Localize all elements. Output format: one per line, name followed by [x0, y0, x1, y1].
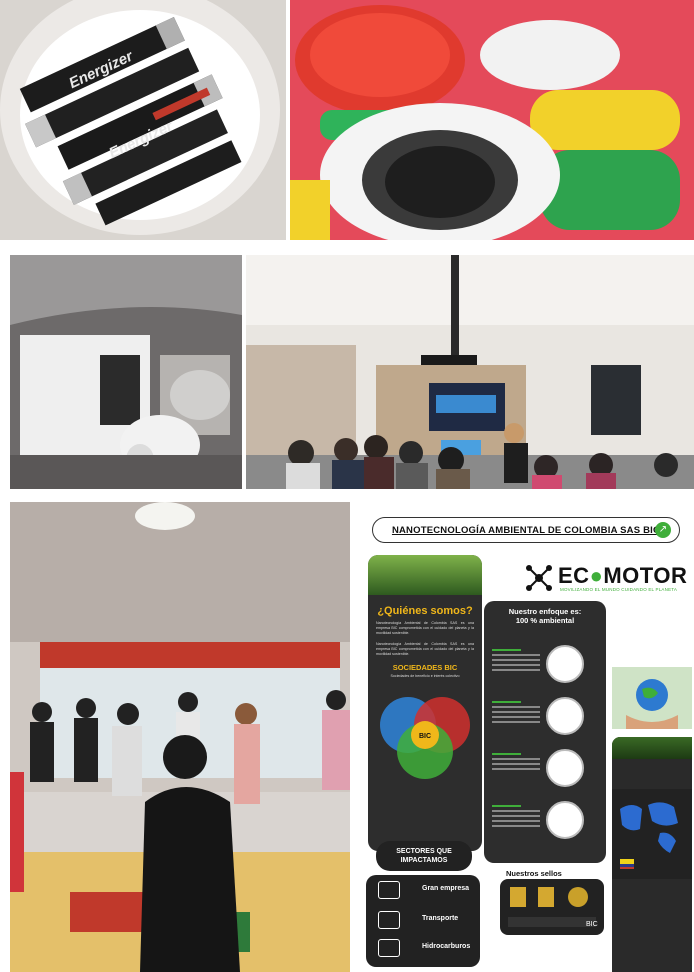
focus-circle-3	[546, 749, 584, 787]
focus-title-1: Nuestro enfoque es:	[508, 607, 582, 616]
seals-panel: BIC	[500, 879, 604, 935]
who-title: ¿Quiénes somos?	[377, 605, 473, 617]
group-activity-image	[10, 502, 350, 972]
focus-panel: Nuestro enfoque es: 100 % ambiental	[484, 601, 606, 863]
who-body-2: Nanotecnología Ambiental de Colombia SAS…	[376, 642, 474, 656]
focus-circle-4	[546, 801, 584, 839]
seals-badges: BIC	[508, 887, 598, 928]
bottle-caps-image	[290, 0, 694, 240]
bic-title: SOCIEDADES BIC	[392, 663, 458, 672]
focus-text-4	[492, 805, 540, 830]
plant-banner	[368, 555, 482, 595]
logo-tagline: MOVILIZANDO EL MUNDO CUIDANDO EL PLANETA	[560, 587, 678, 592]
header-pill: NANOTECNOLOGÍA AMBIENTAL DE COLOMBIA SAS…	[372, 517, 680, 543]
seals-title: Nuestros sellos	[506, 869, 562, 878]
sectors-title: SECTORES QUE IMPACTAMOS	[376, 841, 472, 871]
company-title: NANOTECNOLOGÍA AMBIENTAL DE COLOMBIA SAS…	[391, 524, 661, 536]
sector-item-large-company: Gran empresa	[376, 879, 476, 903]
factory-icon	[378, 881, 400, 899]
focus-text-1	[492, 649, 540, 674]
sectors-list: Gran empresa Transporte Hidrocarburos	[366, 875, 480, 967]
photo-group-activity	[10, 502, 350, 972]
car-icon	[378, 911, 400, 929]
sector-item-transport: Transporte	[376, 909, 476, 933]
who-we-are-panel: ¿Quiénes somos? Nanotecnología Ambiental…	[368, 555, 482, 851]
photo-bottle-caps	[290, 0, 694, 240]
green-business-panel	[612, 737, 692, 972]
infographic-panel: NANOTECNOLOGÍA AMBIENTAL DE COLOMBIA SAS…	[356, 497, 694, 972]
plant-banner-2	[612, 737, 692, 759]
venn-diagram: BIC	[380, 697, 470, 779]
sector-item-hydrocarbons: Hidrocarburos	[376, 937, 476, 961]
bic-badge-label: BIC	[586, 921, 598, 928]
molecule-icon	[526, 565, 552, 591]
focus-circle-2	[546, 697, 584, 735]
venn-caption: Sociedades de beneficio e interés colect…	[390, 674, 460, 678]
oil-pump-icon	[378, 939, 400, 957]
sector-label: Gran empresa	[422, 885, 470, 892]
earth-in-hands-image	[612, 667, 692, 729]
focus-text-2	[492, 701, 540, 726]
venn-center-label: BIC	[419, 733, 431, 740]
batteries-image: Energizer Energizer	[0, 0, 286, 240]
focus-title-2: 100 % ambiental	[515, 616, 575, 625]
collection-box-image	[10, 255, 242, 489]
photo-batteries: Energizer Energizer	[0, 0, 286, 240]
focus-text-3	[492, 753, 540, 773]
sector-label: Hidrocarburos	[422, 943, 471, 950]
logo-wordmark: EC●MOTOR	[558, 563, 688, 588]
photo-collection-box	[10, 255, 242, 489]
logo-word-left: EC	[558, 563, 590, 588]
arrow-icon: ↗	[655, 522, 671, 538]
world-map	[612, 789, 692, 879]
sector-label: Transporte	[422, 915, 459, 922]
photo-meeting-room	[246, 255, 694, 489]
focus-circle-1	[546, 645, 584, 683]
meeting-room-image	[246, 255, 694, 489]
who-body: Nanotecnología Ambiental de Colombia SAS…	[376, 621, 474, 635]
ecomotor-logo: EC●MOTOR MOVILIZANDO EL MUNDO CUIDANDO E…	[524, 561, 689, 595]
logo-word-right: MOTOR	[603, 563, 688, 588]
